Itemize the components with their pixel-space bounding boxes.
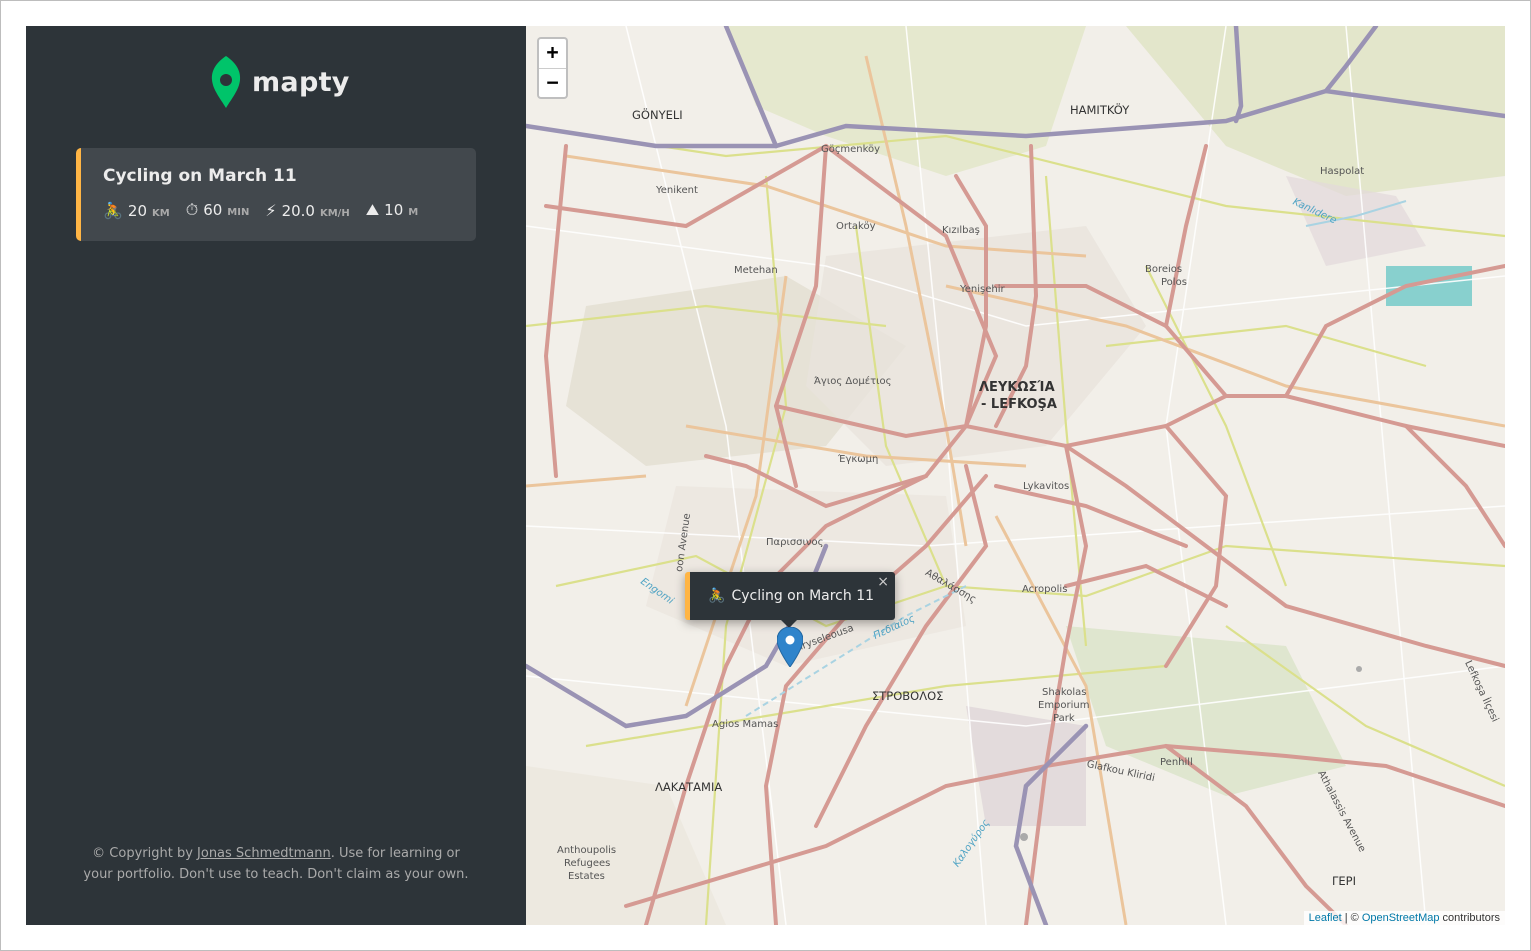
duration-detail: ⏱ 60 min: [186, 200, 250, 220]
map-label: Haspolat: [1320, 166, 1365, 177]
map-pin-logo-icon: [211, 56, 241, 108]
speed-value: 20.0: [281, 201, 315, 220]
map-label: Ortaköy: [836, 221, 876, 232]
speed-detail: ⚡ 20.0 km/h: [265, 201, 349, 220]
map-label: Kızılbaş: [942, 225, 980, 236]
zoom-out-button[interactable]: −: [539, 68, 566, 97]
popup-title: Cycling on March 11: [731, 588, 875, 604]
map-label: Emporium: [1038, 700, 1090, 711]
workout-popup[interactable]: × 🚴 Cycling on March 11: [685, 572, 895, 620]
map[interactable]: GÖNYELI HAMITKÖY Göçmenköy Haspolat Kanl…: [526, 26, 1505, 925]
map-label: Έγκωμη: [838, 454, 879, 465]
duration-value: 60: [203, 201, 223, 219]
map-label: Acropolis: [1022, 584, 1068, 595]
speed-unit: km/h: [319, 207, 350, 219]
mapty-app: mapty Cycling on March 11 🚴 20 km ⏱ 60 m…: [26, 26, 1505, 925]
lightning-icon: ⚡: [265, 200, 277, 220]
zoom-control: + −: [537, 37, 568, 99]
map-label: Yenişehir: [960, 284, 1005, 295]
distance-unit: km: [152, 207, 170, 219]
map-label: Lykavitos: [1023, 481, 1070, 492]
map-marker-icon[interactable]: [777, 627, 803, 667]
map-label: Penhill: [1160, 757, 1193, 768]
mountain-icon: ⛰: [365, 200, 380, 219]
map-label: ΛΕΥΚΩΣΊΑ: [979, 380, 1055, 395]
map-label: Shakolas: [1042, 687, 1087, 698]
map-label: - LEFKOŞA: [981, 397, 1057, 412]
map-label: Άγιος Δομέτιος: [814, 376, 892, 387]
copyright: © Copyright by Jonas Schmedtmann. Use fo…: [76, 843, 476, 885]
map-label: Boreios: [1145, 264, 1183, 275]
elevation-detail: ⛰ 10 m: [366, 200, 419, 220]
map-label: Estates: [568, 871, 605, 882]
map-label: GÖNYELI: [632, 108, 683, 122]
map-label: Παρισσινος: [766, 537, 824, 548]
map-label: Refugees: [564, 858, 611, 869]
map-label: Agios Mamas: [712, 719, 779, 730]
workout-title: Cycling on March 11: [103, 166, 297, 186]
map-label: Göçmenköy: [821, 144, 881, 155]
distance-detail: 🚴 20 km: [103, 201, 170, 220]
elevation-unit: m: [408, 207, 419, 218]
stopwatch-icon: ⏱: [185, 200, 199, 219]
map-label: Anthoupolis: [557, 845, 617, 856]
copyright-prefix: © Copyright by: [92, 846, 198, 861]
elevation-value: 10: [384, 201, 404, 219]
leaflet-link[interactable]: Leaflet: [1309, 912, 1342, 924]
osm-link[interactable]: OpenStreetMap: [1362, 912, 1440, 924]
bicycle-icon: 🚴: [103, 200, 123, 220]
bicycle-icon: 🚴: [708, 588, 726, 604]
logo-text: mapty: [252, 66, 350, 98]
map-label: ΣΤΡΟΒΟΛΟΣ: [872, 689, 944, 703]
map-label: Yenikent: [656, 185, 698, 196]
popup-close-icon[interactable]: ×: [877, 574, 889, 590]
attribution-suffix: contributors: [1439, 912, 1500, 924]
sidebar: mapty Cycling on March 11 🚴 20 km ⏱ 60 m…: [26, 26, 526, 925]
map-label: ΓΕΡΙ: [1332, 874, 1356, 888]
map-label: HAMITKÖY: [1070, 103, 1130, 117]
map-label: Park: [1053, 713, 1075, 724]
author-link[interactable]: Jonas Schmedtmann: [197, 846, 331, 861]
map-label: Polos: [1161, 277, 1187, 288]
map-label: Metehan: [734, 265, 778, 276]
map-label: ΛΑΚΑΤΑΜΙΑ: [655, 780, 723, 794]
attribution: Leaflet | © OpenStreetMap contributors: [1303, 911, 1505, 925]
logo: mapty: [210, 56, 350, 108]
workout-card[interactable]: Cycling on March 11 🚴 20 km ⏱ 60 min ⚡ 2…: [76, 148, 476, 241]
zoom-in-button[interactable]: +: [539, 39, 566, 68]
duration-unit: min: [227, 207, 250, 218]
attribution-separator: | ©: [1341, 912, 1362, 924]
workout-details: 🚴 20 km ⏱ 60 min ⚡ 20.0 km/h ⛰ 10 m: [103, 200, 476, 220]
distance-value: 20: [127, 201, 148, 220]
